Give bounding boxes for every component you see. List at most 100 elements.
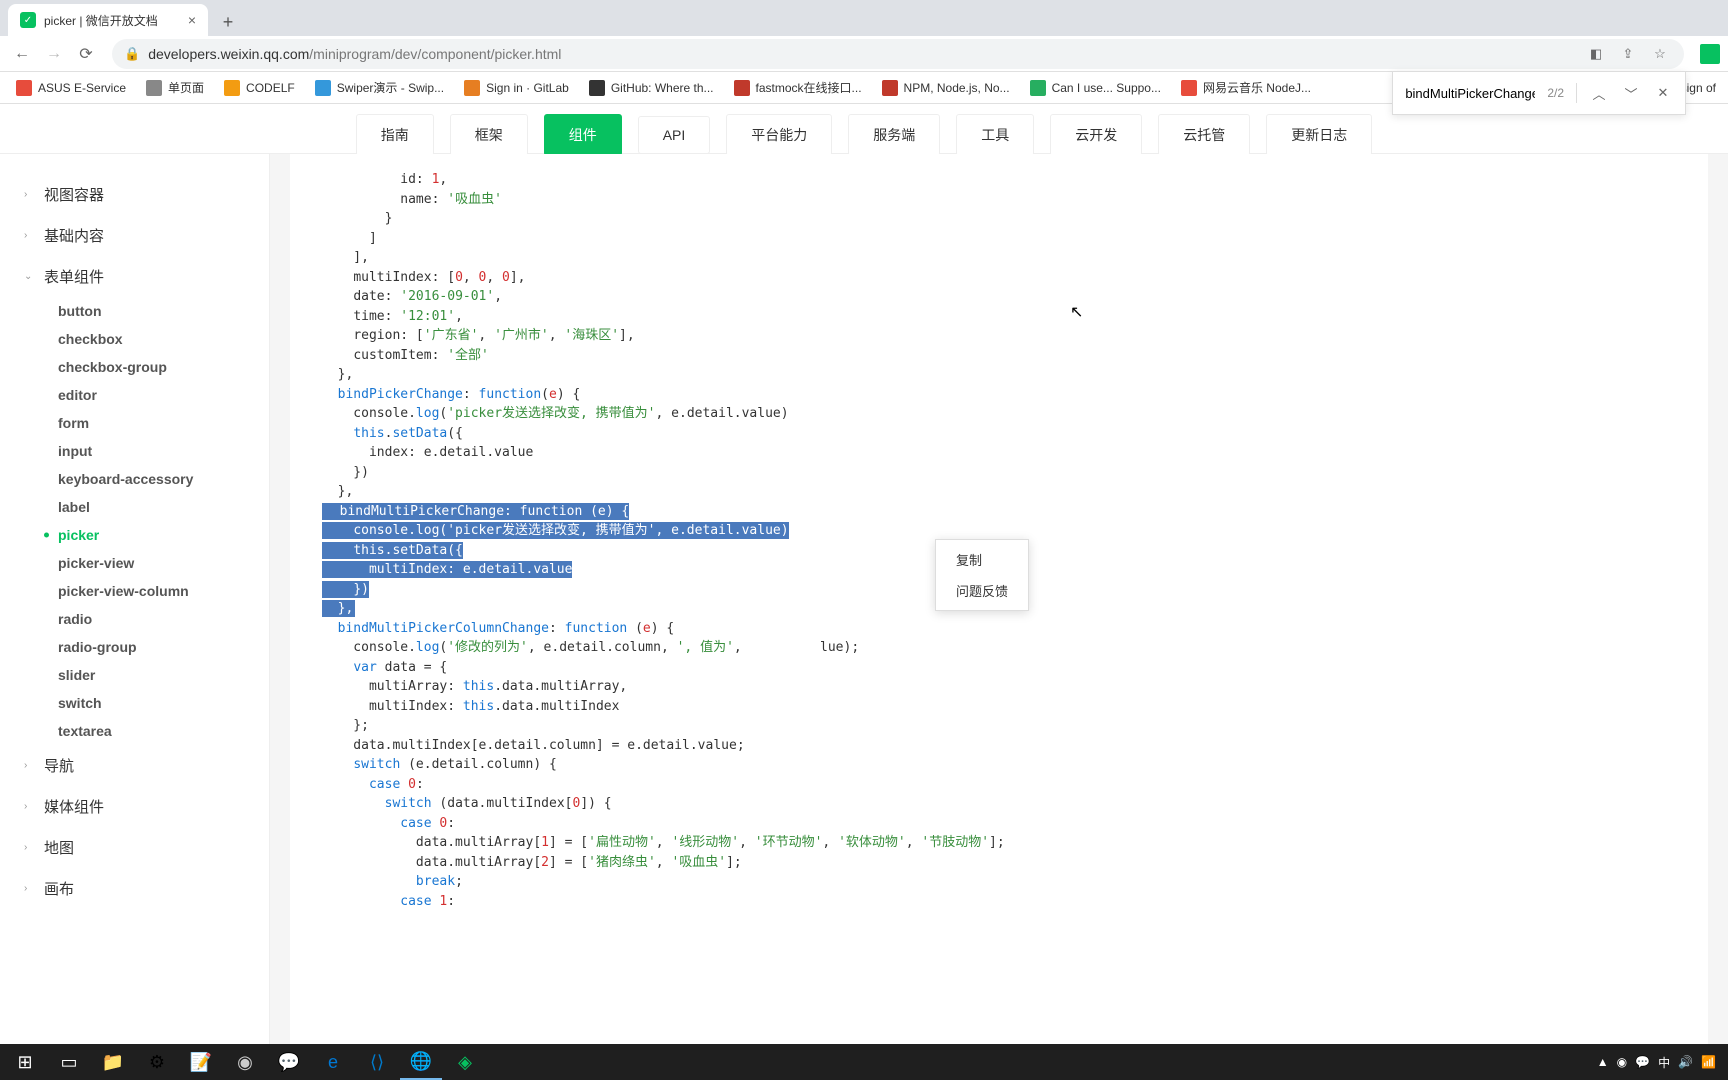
find-in-page: 2/2 ︿ ﹀ ✕ — [1392, 71, 1686, 115]
close-tab-icon[interactable]: × — [188, 12, 196, 28]
star-icon[interactable]: ☆ — [1648, 42, 1672, 66]
tab-platform[interactable]: 平台能力 — [726, 114, 832, 156]
context-menu: 复制 问题反馈 — [935, 539, 1029, 611]
bookmarks-bar: ASUS E-Service 单页面 CODELF Swiper演示 - Swi… — [0, 72, 1728, 104]
sidebar-canvas[interactable]: ›画布 — [0, 868, 269, 909]
browser-tab[interactable]: ✓ picker | 微信开放文档 × — [8, 4, 208, 36]
taskbar-app-3[interactable]: 📝 — [180, 1044, 222, 1080]
tab-framework[interactable]: 框架 — [450, 114, 528, 156]
tab-title: picker | 微信开放文档 — [44, 12, 180, 29]
taskbar-wechat[interactable]: 💬 — [268, 1044, 310, 1080]
wechat-favicon: ✓ — [20, 12, 36, 28]
tab-cloud-host[interactable]: 云托管 — [1158, 114, 1250, 156]
new-tab-button[interactable]: + — [214, 8, 242, 36]
ctx-feedback[interactable]: 问题反馈 — [936, 575, 1028, 606]
bookmark-codelf[interactable]: CODELF — [216, 76, 303, 100]
install-icon[interactable]: ◧ — [1584, 42, 1608, 66]
tab-changelog[interactable]: 更新日志 — [1266, 114, 1372, 156]
content: ›视图容器 ›基础内容 ⌄表单组件 button checkbox checkb… — [0, 154, 1728, 1044]
sidebar-form-item[interactable]: form — [0, 409, 269, 437]
sidebar-picker-view[interactable]: picker-view — [0, 549, 269, 577]
taskbar-steam[interactable]: ◉ — [224, 1044, 266, 1080]
lock-icon: 🔒 — [124, 46, 140, 62]
bookmark-github[interactable]: GitHub: Where th... — [581, 76, 722, 100]
bookmark-swiper[interactable]: Swiper演示 - Swip... — [307, 75, 452, 100]
sidebar-picker[interactable]: picker — [0, 521, 269, 549]
sidebar-picker-view-column[interactable]: picker-view-column — [0, 577, 269, 605]
tab-api[interactable]: API — [638, 116, 711, 154]
sidebar-editor[interactable]: editor — [0, 381, 269, 409]
tab-server[interactable]: 服务端 — [848, 114, 940, 156]
sidebar-checkbox[interactable]: checkbox — [0, 325, 269, 353]
sidebar-nav[interactable]: ›导航 — [0, 745, 269, 786]
bookmark-caniuse[interactable]: Can I use... Suppo... — [1022, 76, 1169, 100]
sidebar-button[interactable]: button — [0, 297, 269, 325]
sidebar-radio[interactable]: radio — [0, 605, 269, 633]
tab-tools[interactable]: 工具 — [956, 114, 1034, 156]
tray-volume-icon[interactable]: 🔊 — [1678, 1055, 1693, 1069]
chevron-right-icon: › — [24, 189, 34, 200]
sidebar-media[interactable]: ›媒体组件 — [0, 786, 269, 827]
tray-ime-icon[interactable]: 中 — [1658, 1054, 1670, 1071]
sidebar[interactable]: ›视图容器 ›基础内容 ⌄表单组件 button checkbox checkb… — [0, 154, 270, 1044]
browser-tab-bar: ✓ picker | 微信开放文档 × + — [0, 0, 1728, 36]
chevron-right-icon: › — [24, 760, 34, 771]
extension-icon[interactable] — [1700, 44, 1720, 64]
chevron-right-icon: › — [24, 883, 34, 894]
chevron-right-icon: › — [24, 842, 34, 853]
sidebar-basic[interactable]: ›基础内容 — [0, 215, 269, 256]
system-tray[interactable]: ▲ ◉ 💬 中 🔊 📶 — [1597, 1054, 1724, 1071]
tab-guide[interactable]: 指南 — [356, 114, 434, 156]
chevron-right-icon: › — [24, 801, 34, 812]
taskbar-app-1[interactable]: 📁 — [92, 1044, 134, 1080]
tray-wechat-icon[interactable]: 💬 — [1635, 1055, 1650, 1069]
start-button[interactable]: ⊞ — [4, 1044, 46, 1080]
sidebar-map[interactable]: ›地图 — [0, 827, 269, 868]
taskbar-devtools[interactable]: ◈ — [444, 1044, 486, 1080]
forward-button[interactable]: → — [40, 40, 68, 68]
url-field[interactable]: 🔒 developers.weixin.qq.com/miniprogram/d… — [112, 39, 1684, 69]
sidebar-keyboard-accessory[interactable]: keyboard-accessory — [0, 465, 269, 493]
sidebar-switch[interactable]: switch — [0, 689, 269, 717]
taskbar-vscode[interactable]: ⟨⟩ — [356, 1044, 398, 1080]
chevron-right-icon: › — [24, 230, 34, 241]
tray-icon[interactable]: ◉ — [1617, 1055, 1627, 1069]
find-count: 2/2 — [1547, 86, 1564, 100]
chevron-down-icon: ⌄ — [24, 271, 34, 282]
tray-network-icon[interactable]: 📶 — [1701, 1055, 1716, 1069]
tab-component[interactable]: 组件 — [544, 114, 622, 156]
find-prev-button[interactable]: ︿ — [1589, 84, 1609, 103]
tab-cloud-dev[interactable]: 云开发 — [1050, 114, 1142, 156]
address-bar: ← → ⟳ 🔒 developers.weixin.qq.com/minipro… — [0, 36, 1728, 72]
back-button[interactable]: ← — [8, 40, 36, 68]
bookmark-gitlab[interactable]: Sign in · GitLab — [456, 76, 577, 100]
sidebar-label[interactable]: label — [0, 493, 269, 521]
taskbar-edge[interactable]: e — [312, 1044, 354, 1080]
sidebar-view-container[interactable]: ›视图容器 — [0, 174, 269, 215]
highlighted-selection[interactable]: bindMultiPickerChange: function (e) { co… — [322, 503, 789, 618]
reload-button[interactable]: ⟳ — [72, 40, 100, 68]
find-close-button[interactable]: ✕ — [1653, 85, 1673, 101]
ctx-copy[interactable]: 复制 — [936, 544, 1028, 575]
taskbar-app-2[interactable]: ⚙ — [136, 1044, 178, 1080]
find-next-button[interactable]: ﹀ — [1621, 84, 1641, 103]
sidebar-form[interactable]: ⌄表单组件 — [0, 256, 269, 297]
sidebar-checkbox-group[interactable]: checkbox-group — [0, 353, 269, 381]
bookmark-single[interactable]: 单页面 — [138, 75, 212, 100]
find-input[interactable] — [1405, 86, 1535, 101]
bookmark-asus[interactable]: ASUS E-Service — [8, 76, 134, 100]
sidebar-radio-group[interactable]: radio-group — [0, 633, 269, 661]
sidebar-textarea[interactable]: textarea — [0, 717, 269, 745]
windows-taskbar: ⊞ ▭ 📁 ⚙ 📝 ◉ 💬 e ⟨⟩ 🌐 ◈ ▲ ◉ 💬 中 🔊 📶 — [0, 1044, 1728, 1080]
taskbar-chrome[interactable]: 🌐 — [400, 1044, 442, 1080]
bookmark-fastmock[interactable]: fastmock在线接口... — [726, 75, 870, 100]
bookmark-npm[interactable]: NPM, Node.js, No... — [874, 76, 1018, 100]
page-body: 指南 框架 组件 API 平台能力 服务端 工具 云开发 云托管 更新日志 ›视… — [0, 104, 1728, 1044]
task-view[interactable]: ▭ — [48, 1044, 90, 1080]
url-text: developers.weixin.qq.com/miniprogram/dev… — [148, 46, 1576, 62]
tray-icon[interactable]: ▲ — [1597, 1055, 1609, 1069]
share-icon[interactable]: ⇪ — [1616, 42, 1640, 66]
sidebar-slider[interactable]: slider — [0, 661, 269, 689]
sidebar-input[interactable]: input — [0, 437, 269, 465]
bookmark-netease[interactable]: 网易云音乐 NodeJ... — [1173, 75, 1319, 100]
